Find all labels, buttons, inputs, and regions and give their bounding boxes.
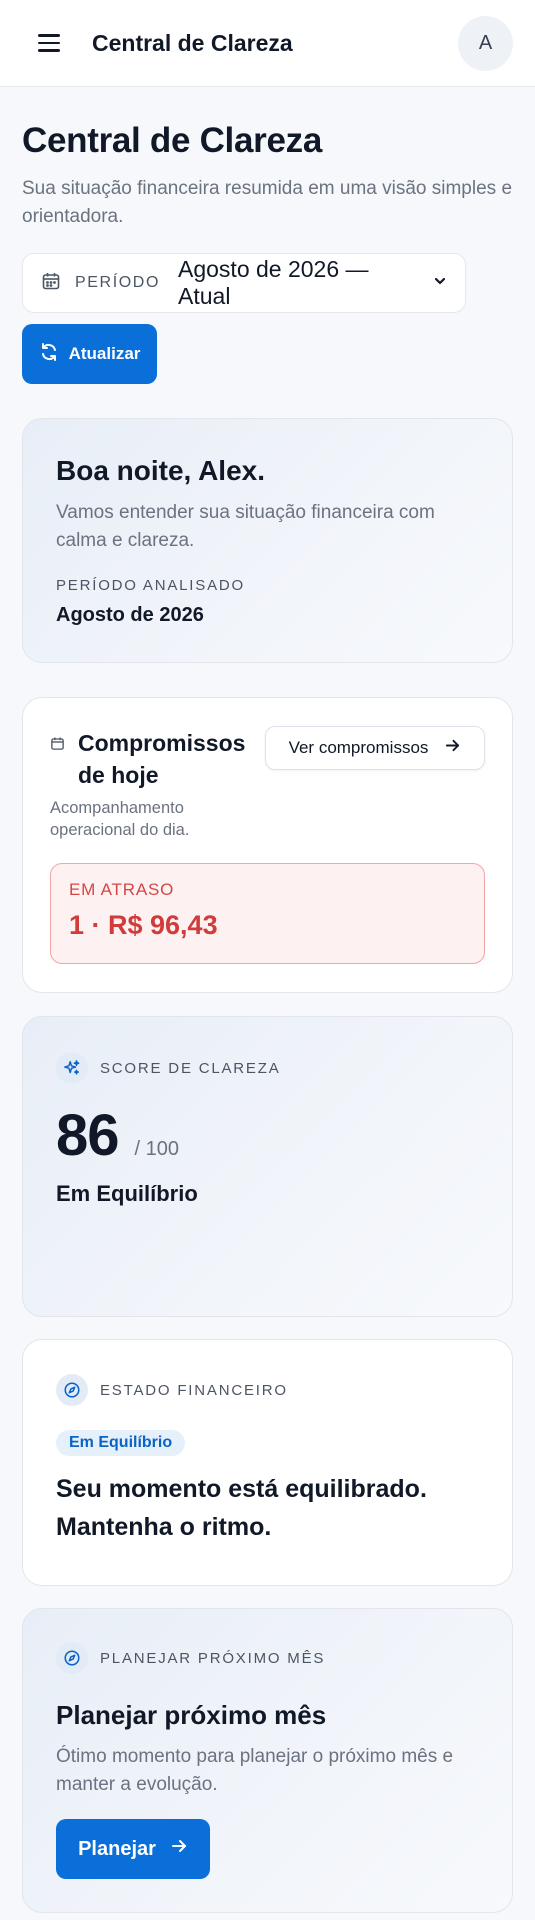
main-content: Central de Clareza Sua situação financei…	[0, 121, 535, 1913]
greeting-card: Boa noite, Alex. Vamos entender sua situ…	[22, 418, 513, 663]
period-value: Agosto de 2026 — Atual	[178, 256, 369, 309]
financial-state-label: ESTADO FINANCEIRO	[100, 1381, 288, 1399]
analyzed-period-label: PERÍODO ANALISADO	[56, 577, 245, 594]
score-label: SCORE DE CLAREZA	[100, 1059, 281, 1077]
score-max: / 100	[134, 1138, 179, 1160]
financial-state-card: ESTADO FINANCEIRO Em Equilíbrio Seu mome…	[22, 1339, 513, 1586]
view-commitments-button[interactable]: Ver compromissos	[265, 726, 485, 770]
app-title: Central de Clareza	[92, 29, 293, 56]
calendar-icon	[41, 271, 61, 296]
refresh-label: Atualizar	[68, 344, 141, 363]
sparkles-icon	[56, 1052, 88, 1084]
greeting-subtitle: Vamos entender sua situação financeira c…	[56, 502, 435, 551]
plan-label: PLANEJAR PRÓXIMO MÊS	[100, 1649, 326, 1667]
plan-button[interactable]: Planejar	[56, 1819, 210, 1879]
plan-subtitle: Ótimo momento para planejar o próximo mê…	[56, 1746, 454, 1795]
commitments-card: Compromissos de hoje Acompanhamento oper…	[22, 697, 513, 993]
financial-state-message: Seu momento está equilibrado. Mantenha o…	[56, 1475, 427, 1541]
compass-icon	[56, 1374, 88, 1406]
plan-button-label: Planejar	[78, 1837, 156, 1860]
menu-icon[interactable]	[38, 29, 66, 57]
overdue-box[interactable]: EM ATRASO 1 · R$ 96,43	[50, 863, 485, 964]
score-card: SCORE DE CLAREZA 86 / 100 Em Equilíbrio	[22, 1016, 513, 1317]
period-label: PERÍODO	[75, 274, 160, 291]
plan-next-month-card: PLANEJAR PRÓXIMO MÊS Planejar próximo mê…	[22, 1608, 513, 1913]
refresh-icon	[39, 342, 59, 367]
refresh-button[interactable]: Atualizar	[22, 324, 157, 384]
status-badge: Em Equilíbrio	[56, 1430, 186, 1456]
commitments-subtitle: Acompanhamento operacional do dia.	[50, 799, 190, 839]
period-select[interactable]: PERÍODO Agosto de 2026 — Atual	[22, 253, 466, 313]
overdue-value: 1 · R$ 96,43	[69, 910, 218, 940]
arrow-right-icon	[170, 1837, 188, 1861]
calendar-icon	[50, 736, 65, 756]
arrow-right-icon	[444, 737, 461, 759]
view-commitments-label: Ver compromissos	[288, 738, 429, 757]
plan-title: Planejar próximo mês	[56, 1700, 327, 1730]
chevron-down-icon	[433, 274, 447, 293]
top-bar: Central de Clareza A	[0, 0, 535, 87]
overdue-label: EM ATRASO	[69, 880, 175, 899]
analyzed-period-value: Agosto de 2026	[56, 604, 204, 626]
avatar[interactable]: A	[458, 16, 513, 71]
commitments-title: Compromissos de hoje	[78, 730, 246, 788]
page-title: Central de Clareza	[22, 121, 322, 160]
compass-icon	[56, 1642, 88, 1674]
greeting-title: Boa noite, Alex.	[56, 455, 266, 486]
score-status: Em Equilíbrio	[56, 1181, 198, 1206]
page-subtitle: Sua situação financeira resumida em uma …	[22, 178, 513, 227]
score-value: 86	[56, 1103, 120, 1168]
